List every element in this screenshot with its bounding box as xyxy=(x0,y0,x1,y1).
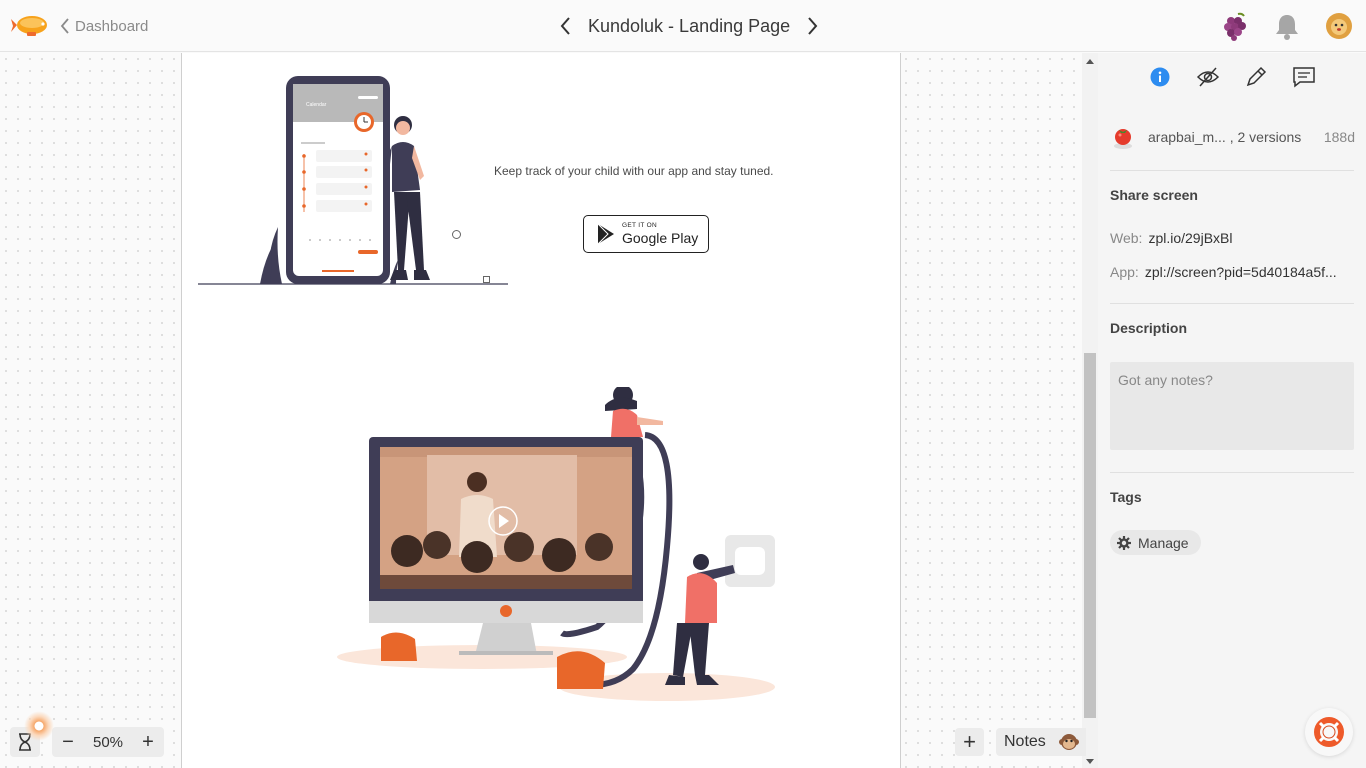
back-to-dashboard-link[interactable]: Dashboard xyxy=(60,16,148,36)
divider xyxy=(1110,303,1354,304)
scroll-up-arrow[interactable] xyxy=(1086,59,1094,64)
previous-screen-button[interactable] xyxy=(556,12,574,40)
add-note-button[interactable]: + xyxy=(955,728,984,756)
divider xyxy=(1110,170,1354,171)
comment-icon xyxy=(1293,67,1315,88)
web-label: Web: xyxy=(1110,230,1143,246)
divider xyxy=(1110,472,1354,473)
screen-title-nav: Kundoluk - Landing Page xyxy=(556,12,822,40)
lion-avatar-icon[interactable] xyxy=(1322,9,1356,43)
tab-styleguide[interactable] xyxy=(1232,57,1280,97)
gear-icon xyxy=(1117,535,1131,550)
pencil-icon xyxy=(1246,66,1267,87)
monkey-icon xyxy=(1058,734,1079,750)
selection-handle[interactable] xyxy=(452,230,461,239)
tab-hide-annotations[interactable] xyxy=(1184,57,1232,97)
canvas-scrollbar[interactable] xyxy=(1082,53,1098,768)
selection-handle[interactable] xyxy=(483,276,490,283)
pulse-indicator xyxy=(24,711,54,741)
top-bar: Dashboard Kundoluk - Landing Page xyxy=(0,0,1366,52)
phone-screen-title: Calendar xyxy=(306,102,327,108)
zoom-in-button[interactable]: + xyxy=(140,732,156,752)
notes-button[interactable]: Notes xyxy=(996,728,1086,756)
tab-comments[interactable] xyxy=(1280,57,1328,97)
app-link-row[interactable]: App: zpl://screen?pid=5d40184a5f... xyxy=(1110,264,1354,280)
phone-illustration: Calendar xyxy=(198,76,508,285)
manage-tags-button[interactable]: Manage xyxy=(1110,530,1201,555)
right-sidebar: arapbai_m... , 2 versions 188d Share scr… xyxy=(1098,53,1366,768)
scroll-down-arrow[interactable] xyxy=(1086,759,1094,764)
zoom-controls: − 50% + xyxy=(52,727,164,757)
tomato-avatar-icon xyxy=(1114,129,1132,149)
zoom-level: 50% xyxy=(92,733,124,751)
zoom-bar: − 50% + xyxy=(10,711,164,757)
web-link-row[interactable]: Web: zpl.io/29jBxBl xyxy=(1110,230,1354,246)
chevron-left-icon xyxy=(560,17,570,35)
next-screen-button[interactable] xyxy=(804,12,822,40)
manage-label: Manage xyxy=(1138,534,1189,551)
store-badge-small-text: GET IT ON xyxy=(622,221,657,229)
lifebuoy-icon xyxy=(1314,717,1344,747)
landing-tagline: Keep track of your child with our app an… xyxy=(494,164,774,178)
version-history-button[interactable] xyxy=(10,711,54,757)
google-play-badge[interactable]: GET IT ON Google Play xyxy=(583,215,709,253)
video-lesson-illustration xyxy=(337,387,775,701)
sidebar-tabs xyxy=(1098,53,1366,101)
owner-row: arapbai_m... , 2 versions 188d xyxy=(1110,123,1355,151)
web-link[interactable]: zpl.io/29jBxBl xyxy=(1148,230,1232,246)
top-right-icons xyxy=(1200,9,1356,43)
zoom-out-button[interactable]: − xyxy=(60,732,76,752)
info-icon xyxy=(1150,67,1170,87)
back-label: Dashboard xyxy=(75,17,149,35)
screen-age: 188d xyxy=(1323,129,1355,145)
description-field[interactable] xyxy=(1110,362,1354,450)
notes-label: Notes xyxy=(1004,733,1046,750)
page-title: Kundoluk - Landing Page xyxy=(588,15,791,36)
tags-title: Tags xyxy=(1110,489,1142,505)
scroll-thumb[interactable] xyxy=(1084,353,1096,718)
owner-versions[interactable]: arapbai_m... , 2 versions xyxy=(1148,129,1324,145)
bell-icon[interactable] xyxy=(1270,9,1304,43)
share-screen-title: Share screen xyxy=(1110,187,1198,203)
design-canvas[interactable]: Calendar Keep track of your child with o… xyxy=(0,53,1082,768)
help-button[interactable] xyxy=(1305,708,1353,756)
store-badge-name: Google Play xyxy=(622,230,699,247)
chevron-right-icon xyxy=(808,17,818,35)
no-eye-icon xyxy=(1196,67,1220,87)
app-link[interactable]: zpl://screen?pid=5d40184a5f... xyxy=(1145,264,1337,280)
artboard[interactable]: Calendar Keep track of your child with o… xyxy=(181,53,901,768)
zeppelin-logo-icon[interactable] xyxy=(10,10,50,42)
tab-info[interactable] xyxy=(1136,57,1184,97)
description-title: Description xyxy=(1110,320,1188,336)
google-play-icon xyxy=(597,223,614,245)
chevron-left-icon xyxy=(60,18,69,34)
grapes-icon[interactable] xyxy=(1218,9,1252,43)
app-label: App: xyxy=(1110,264,1139,280)
